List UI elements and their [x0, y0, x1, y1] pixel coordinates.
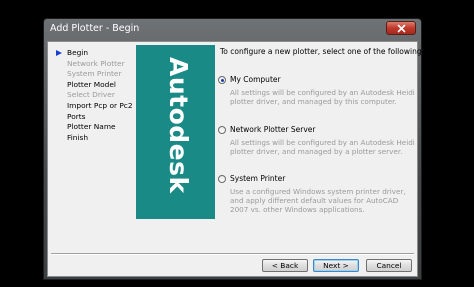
close-button[interactable] — [386, 21, 416, 35]
step-ports: Ports — [67, 111, 86, 121]
button-divider — [51, 253, 414, 255]
cancel-button[interactable]: Cancel — [366, 259, 412, 272]
option-label-my-computer[interactable]: My Computer — [230, 75, 281, 84]
window-title: Add Plotter - Begin — [50, 23, 140, 34]
option-description-my-computer: All settings will be configured by an Au… — [230, 88, 415, 106]
option-label-system-printer[interactable]: System Printer — [230, 174, 285, 183]
radio-network-plotter-server[interactable] — [218, 126, 226, 134]
add-plotter-dialog: Add Plotter - Begin Begin Network Plotte… — [43, 18, 424, 280]
back-button[interactable]: < Back — [262, 259, 308, 272]
step-begin: Begin — [52, 48, 132, 59]
radio-system-printer[interactable] — [218, 175, 226, 183]
radio-my-computer[interactable] — [218, 76, 226, 84]
step-select-driver: Select Driver — [67, 90, 115, 100]
autodesk-logo: Autodesk — [164, 57, 193, 194]
step-network-plotter: Network Plotter — [67, 58, 125, 68]
step-plotter-name: Plotter Name — [67, 122, 116, 132]
next-button[interactable]: Next > — [313, 259, 359, 272]
step-finish: Finish — [67, 132, 89, 142]
title-bar[interactable]: Add Plotter - Begin — [44, 19, 421, 41]
option-label-network-plotter-server[interactable]: Network Plotter Server — [230, 125, 315, 134]
step-plotter-model: Plotter Model — [67, 79, 116, 89]
dialog-body: Begin Network Plotter System Printer Plo… — [47, 41, 424, 277]
step-system-printer: System Printer — [67, 69, 122, 79]
arrow-right-icon — [56, 50, 62, 56]
instructions-text: To configure a new plotter, select one o… — [220, 47, 425, 56]
step-import-pcp: Import Pcp or Pc2 — [67, 100, 133, 110]
option-description-system-printer: Use a configured Windows system printer … — [230, 187, 406, 214]
wizard-steps: Begin Network Plotter System Printer Plo… — [52, 48, 133, 143]
autodesk-brand-panel: Autodesk — [136, 45, 215, 219]
option-description-network-plotter-server: All settings will be configured by an Au… — [230, 138, 415, 156]
close-icon — [397, 24, 405, 32]
